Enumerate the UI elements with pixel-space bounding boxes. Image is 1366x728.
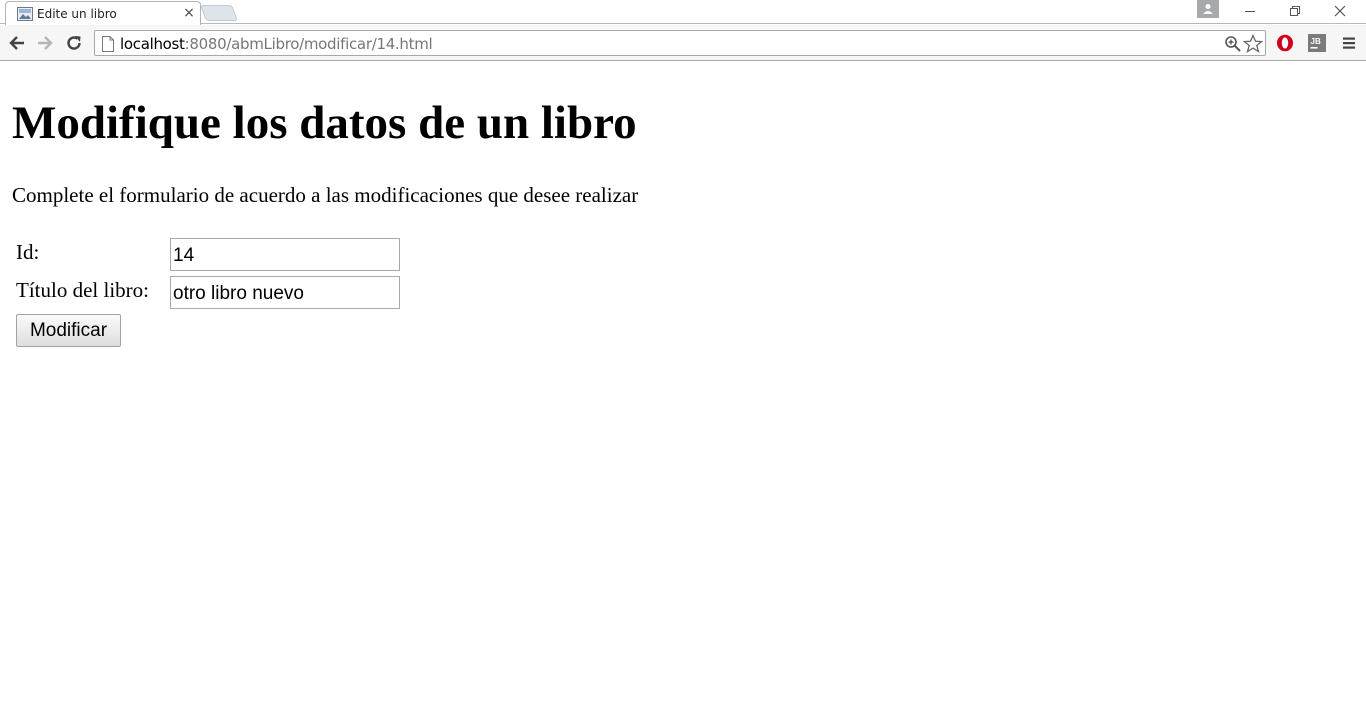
- bookmark-star-icon[interactable]: [1242, 33, 1264, 54]
- tab-title: Edite un libro: [37, 7, 117, 21]
- title-label: Título del libro:: [16, 278, 149, 302]
- title-field[interactable]: [170, 276, 400, 309]
- address-bar[interactable]: localhost:8080/abmLibro/modificar/14.htm…: [94, 30, 1266, 56]
- new-tab-button[interactable]: [200, 5, 238, 21]
- url-text[interactable]: localhost:8080/abmLibro/modificar/14.htm…: [120, 35, 433, 53]
- browser-toolbar: localhost:8080/abmLibro/modificar/14.htm…: [0, 25, 1366, 61]
- profile-icon[interactable]: [1197, 0, 1219, 18]
- id-field[interactable]: [170, 238, 400, 271]
- close-icon[interactable]: [1318, 0, 1362, 22]
- zoom-icon[interactable]: [1224, 35, 1242, 53]
- tab-close-icon[interactable]: ×: [182, 5, 196, 21]
- browser-tab[interactable]: Edite un libro ×: [5, 1, 201, 25]
- svg-text:JB: JB: [1311, 37, 1321, 46]
- back-arrow-icon[interactable]: [7, 33, 27, 53]
- opera-icon[interactable]: [1275, 33, 1295, 53]
- page-icon: [101, 36, 115, 52]
- id-label: Id:: [16, 240, 40, 264]
- modify-button[interactable]: Modificar: [16, 314, 121, 347]
- forward-arrow-icon[interactable]: [35, 33, 55, 53]
- reload-icon[interactable]: [64, 33, 84, 53]
- minimize-icon[interactable]: [1228, 0, 1272, 22]
- url-path: :8080/abmLibro/modificar/14.html: [184, 35, 433, 53]
- jetbrains-icon[interactable]: JB: [1307, 33, 1327, 53]
- page-title: Modifique los datos de un libro: [12, 97, 637, 149]
- page-content: Modifique los datos de un libro Complete…: [0, 62, 1366, 728]
- restore-icon[interactable]: [1273, 0, 1317, 22]
- hamburger-menu-icon[interactable]: [1339, 33, 1359, 53]
- browser-title-bar: Edite un libro ×: [0, 0, 1366, 25]
- document-image-icon: [17, 7, 33, 21]
- url-host: localhost: [120, 35, 185, 53]
- intro-text: Complete el formulario de acuerdo a las …: [12, 183, 639, 207]
